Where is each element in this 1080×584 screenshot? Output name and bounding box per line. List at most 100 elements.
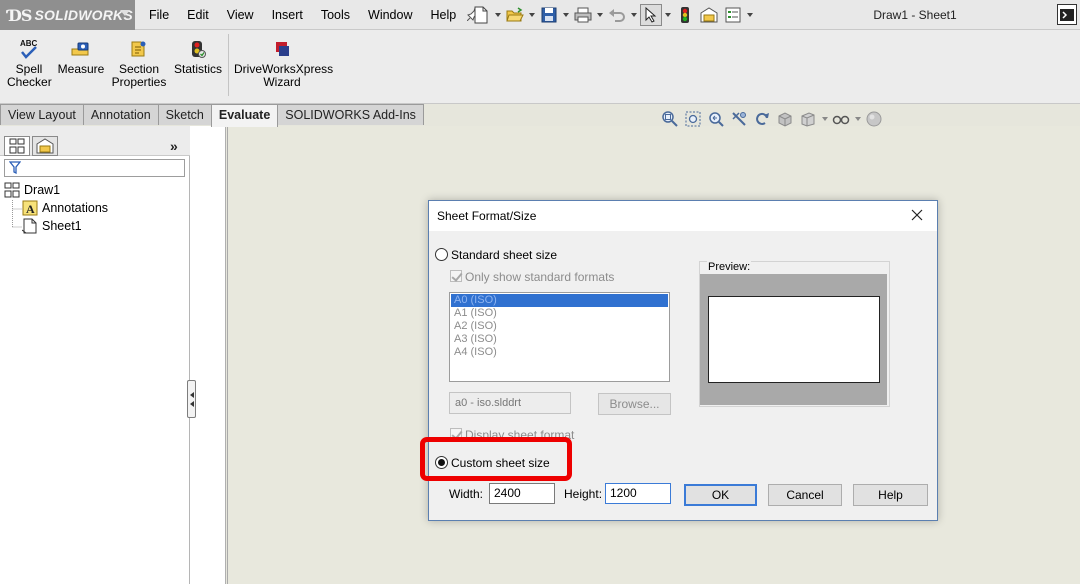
menu-tools[interactable]: Tools <box>312 0 359 30</box>
width-input[interactable]: 2400 <box>489 483 555 504</box>
list-item[interactable]: A4 (ISO) <box>451 346 668 359</box>
view-orientation-icon[interactable] <box>775 109 795 129</box>
standard-sheet-size-radio[interactable] <box>435 248 448 261</box>
feature-manager-panel: » Draw1 A Annotations Sheet1 <box>0 126 190 584</box>
standard-sheet-size-label[interactable]: Standard sheet size <box>451 248 557 262</box>
options-icon[interactable] <box>722 4 744 26</box>
section-view-icon[interactable] <box>729 109 749 129</box>
zoom-to-fit-icon[interactable] <box>660 109 680 129</box>
feature-manager-tab-icon[interactable] <box>4 136 30 156</box>
format-file-field[interactable]: a0 - iso.slddrt <box>449 392 571 414</box>
print-dropdown-arrow-icon[interactable] <box>596 4 604 26</box>
panel-expand-chevron-icon[interactable]: » <box>170 138 178 154</box>
height-label: Height: <box>564 487 603 501</box>
quick-access-toolbar <box>470 3 754 27</box>
open-dropdown-arrow-icon[interactable] <box>528 4 536 26</box>
tree-item-draw1[interactable]: Draw1 <box>4 181 60 199</box>
driveworks-icon <box>270 38 294 60</box>
drawing-icon <box>4 182 20 198</box>
filter-funnel-icon[interactable] <box>8 161 22 177</box>
display-style-dropdown-icon[interactable] <box>821 109 828 129</box>
tree-filter-bar[interactable] <box>4 159 185 177</box>
print-icon[interactable] <box>572 4 594 26</box>
open-folder-icon[interactable] <box>504 4 526 26</box>
browse-button[interactable]: Browse... <box>598 393 671 415</box>
property-manager-tab-icon[interactable] <box>32 136 58 156</box>
tree-item-sheet1[interactable]: Sheet1 <box>22 217 82 235</box>
new-dropdown-arrow-icon[interactable] <box>494 4 502 26</box>
section-properties-icon <box>127 38 151 60</box>
list-item[interactable]: A2 (ISO) <box>451 320 668 333</box>
command-separator <box>228 34 229 96</box>
driveworksxpress-wizard-label: DriveWorksXpress Wizard <box>234 62 334 89</box>
measure-label: Measure <box>57 62 105 76</box>
svg-text:A: A <box>26 202 35 216</box>
statistics-label: Statistics <box>173 62 222 76</box>
measure-button[interactable]: Measure <box>56 38 106 76</box>
logo-flyout-arrow-icon[interactable] <box>120 10 130 16</box>
new-document-icon[interactable] <box>470 4 492 26</box>
heads-up-view-toolbar <box>660 108 884 130</box>
annotations-icon: A <box>22 200 38 216</box>
tree-item-label: Draw1 <box>24 183 61 197</box>
list-item[interactable]: A0 (ISO) <box>451 294 668 307</box>
tab-annotation[interactable]: Annotation <box>82 104 159 125</box>
solidworks-logo[interactable]: ƊS SOLIDWORKS <box>0 0 135 30</box>
tab-solidworks-add-ins[interactable]: SOLIDWORKS Add-Ins <box>277 104 424 125</box>
only-show-standard-label: Only show standard formats <box>465 270 615 284</box>
title-bar: ƊS SOLIDWORKS File Edit View Insert Tool… <box>0 0 1080 30</box>
panel-collapse-handle[interactable] <box>187 380 196 418</box>
sheet-edge-strip <box>190 126 226 584</box>
section-properties-button[interactable]: Section Properties <box>111 38 167 89</box>
tab-view-layout[interactable]: View Layout <box>0 104 84 125</box>
redraw-icon[interactable] <box>752 109 772 129</box>
menu-file[interactable]: File <box>140 0 178 30</box>
select-pointer-icon[interactable] <box>640 4 662 26</box>
ok-button[interactable]: OK <box>684 484 757 506</box>
panel-tab-strip: » <box>0 126 190 156</box>
tab-evaluate[interactable]: Evaluate <box>210 104 279 127</box>
command-manager: ABC Spell Checker Measure Section Proper… <box>0 30 1080 104</box>
dialog-title-bar[interactable]: Sheet Format/Size <box>429 201 937 231</box>
tree-item-annotations[interactable]: A Annotations <box>22 199 108 217</box>
sheet-icon <box>22 218 38 234</box>
menu-window[interactable]: Window <box>359 0 421 30</box>
zoom-to-area-icon[interactable] <box>683 109 703 129</box>
select-dropdown-arrow-icon[interactable] <box>664 4 672 26</box>
width-label: Width: <box>449 487 484 501</box>
menu-view[interactable]: View <box>218 0 263 30</box>
command-search-icon[interactable] <box>1057 4 1077 25</box>
statistics-icon <box>186 38 210 60</box>
document-title: Draw1 - Sheet1 <box>873 8 957 22</box>
spell-checker-button[interactable]: ABC Spell Checker <box>7 38 52 89</box>
menu-insert[interactable]: Insert <box>263 0 312 30</box>
save-icon[interactable] <box>538 4 560 26</box>
menu-help[interactable]: Help <box>422 0 466 30</box>
collapse-arrow-icon <box>189 400 194 407</box>
height-input[interactable]: 1200 <box>605 483 671 504</box>
cancel-button[interactable]: Cancel <box>768 484 842 506</box>
sheet-format-list[interactable]: A0 (ISO) A1 (ISO) A2 (ISO) A3 (ISO) A4 (… <box>449 292 670 382</box>
section-properties-label: Section Properties <box>111 62 167 89</box>
hide-show-dropdown-icon[interactable] <box>854 109 861 129</box>
help-button[interactable]: Help <box>853 484 928 506</box>
only-show-standard-checkbox[interactable] <box>450 270 462 282</box>
undo-icon[interactable] <box>606 4 628 26</box>
tab-sketch[interactable]: Sketch <box>157 104 212 125</box>
display-style-icon[interactable] <box>798 109 818 129</box>
apply-scene-icon[interactable] <box>864 109 884 129</box>
options-dropdown-arrow-icon[interactable] <box>746 4 754 26</box>
close-icon[interactable] <box>909 207 925 223</box>
file-properties-icon[interactable] <box>698 4 720 26</box>
list-item[interactable]: A3 (ISO) <box>451 333 668 346</box>
undo-dropdown-arrow-icon[interactable] <box>630 4 638 26</box>
menu-edit[interactable]: Edit <box>178 0 218 30</box>
save-dropdown-arrow-icon[interactable] <box>562 4 570 26</box>
previous-view-icon[interactable] <box>706 109 726 129</box>
hide-show-items-icon[interactable] <box>831 109 851 129</box>
statistics-button[interactable]: Statistics <box>172 38 224 76</box>
rebuild-traffic-light-icon[interactable] <box>674 4 696 26</box>
list-item[interactable]: A1 (ISO) <box>451 307 668 320</box>
dialog-title: Sheet Format/Size <box>437 209 537 223</box>
driveworksxpress-wizard-button[interactable]: DriveWorksXpress Wizard <box>234 38 334 89</box>
